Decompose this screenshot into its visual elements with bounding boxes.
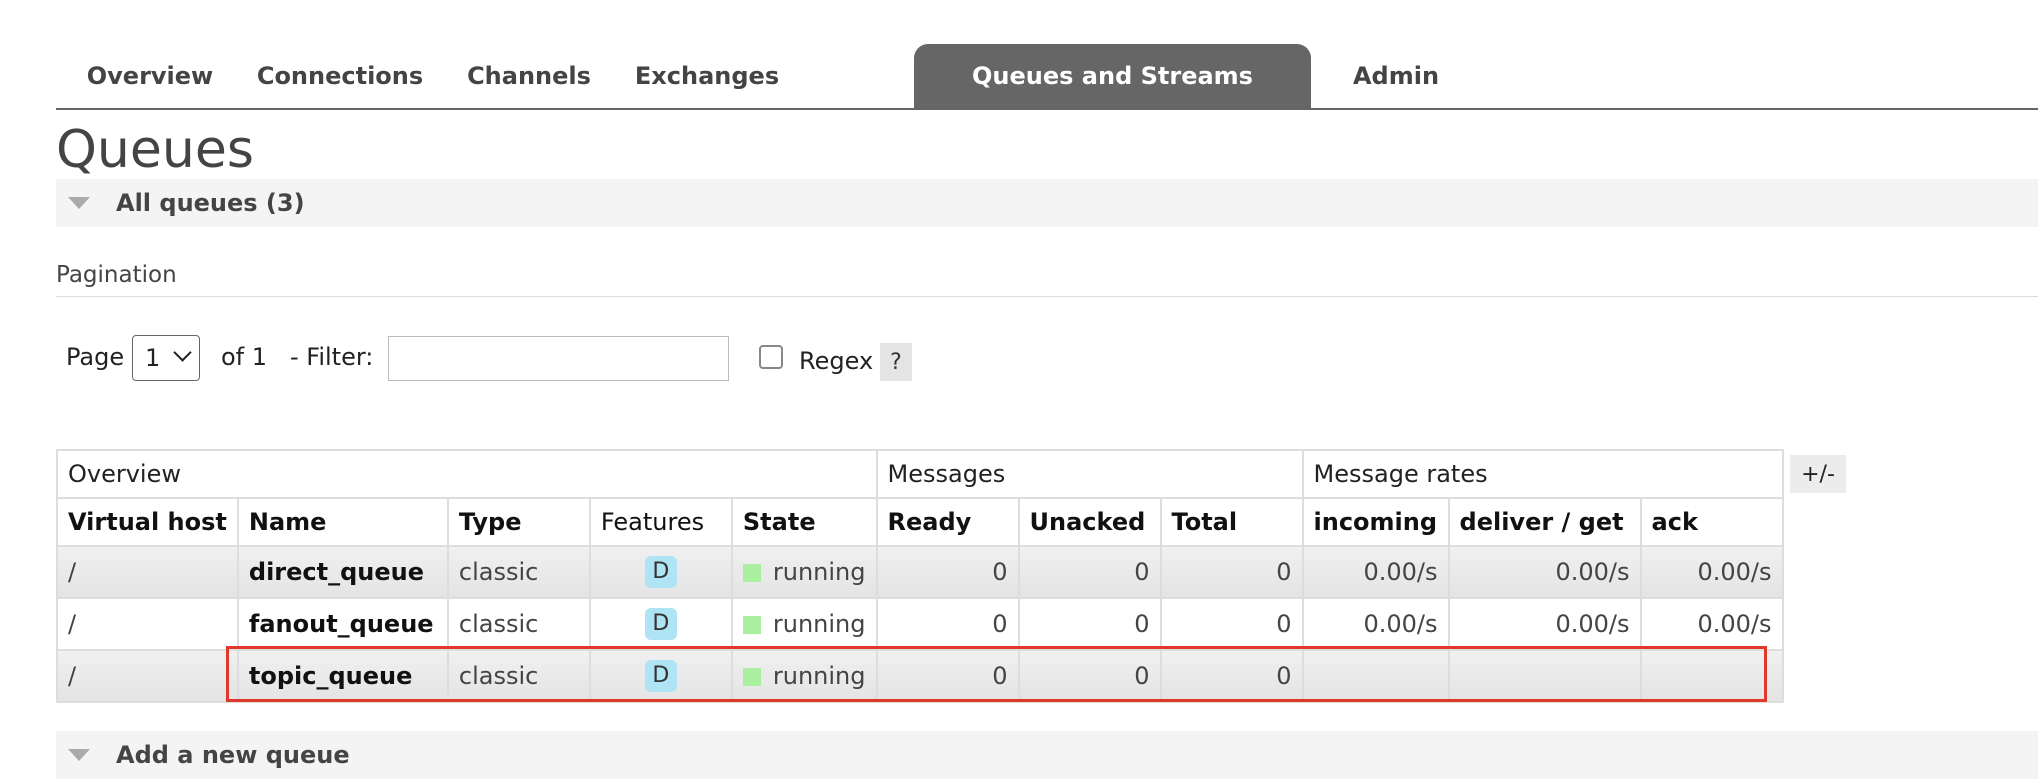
durable-badge: D bbox=[644, 556, 677, 588]
cell-total: 0 bbox=[1159, 649, 1304, 703]
col-header-type[interactable]: Type bbox=[446, 497, 591, 547]
queue-name-link[interactable]: fanout_queue bbox=[236, 597, 449, 651]
running-status-icon bbox=[742, 564, 761, 582]
group-header-messages: Messages bbox=[875, 449, 1304, 499]
page-select-value: 1 bbox=[145, 344, 161, 372]
cell-features: D bbox=[588, 649, 733, 703]
cell-virtual-host: / bbox=[56, 649, 239, 703]
chevron-down-icon bbox=[173, 343, 192, 362]
durable-badge: D bbox=[644, 660, 677, 692]
state-text: running bbox=[772, 610, 866, 638]
regex-label: Regex bbox=[799, 347, 874, 375]
running-status-icon bbox=[742, 668, 761, 686]
cell-ack: 0.00/s bbox=[1639, 597, 1784, 651]
cell-deliver-get: 0.00/s bbox=[1447, 545, 1642, 599]
regex-checkbox[interactable] bbox=[759, 345, 783, 369]
cell-virtual-host: / bbox=[56, 545, 239, 599]
cell-ack bbox=[1639, 649, 1784, 703]
tab-connections[interactable]: Connections bbox=[252, 44, 428, 108]
col-header-incoming[interactable]: incoming bbox=[1301, 497, 1450, 547]
cell-ack: 0.00/s bbox=[1639, 545, 1784, 599]
col-header-name[interactable]: Name bbox=[236, 497, 449, 547]
durable-badge: D bbox=[644, 608, 677, 640]
filter-label: - Filter: bbox=[290, 343, 374, 371]
add-queue-section-toggle[interactable]: Add a new queue bbox=[56, 731, 2038, 779]
col-header-ready[interactable]: Ready bbox=[875, 497, 1020, 547]
tab-queues-and-streams[interactable]: Queues and Streams bbox=[914, 44, 1311, 108]
cell-total: 0 bbox=[1159, 597, 1304, 651]
cell-incoming bbox=[1301, 649, 1450, 703]
tab-channels[interactable]: Channels bbox=[450, 44, 608, 108]
col-header-state[interactable]: State bbox=[730, 497, 878, 547]
running-status-icon bbox=[742, 616, 761, 634]
collapse-triangle-icon bbox=[68, 197, 90, 209]
col-header-ack[interactable]: ack bbox=[1639, 497, 1784, 547]
queue-name-link[interactable]: topic_queue bbox=[236, 649, 449, 703]
cell-features: D bbox=[588, 597, 733, 651]
help-button[interactable]: ? bbox=[880, 343, 912, 381]
cell-deliver-get: 0.00/s bbox=[1447, 597, 1642, 651]
cell-ready: 0 bbox=[875, 649, 1020, 703]
table-row[interactable]: / fanout_queue classic D running 0 0 0 0… bbox=[56, 597, 1784, 651]
col-header-deliver-get[interactable]: deliver / get bbox=[1447, 497, 1642, 547]
cell-total: 0 bbox=[1159, 545, 1304, 599]
cell-state: running bbox=[730, 649, 878, 703]
cell-incoming: 0.00/s bbox=[1301, 545, 1450, 599]
queues-table: Overview Messages Message rates Virtual … bbox=[56, 449, 1784, 703]
col-header-features: Features bbox=[588, 497, 733, 547]
filter-input[interactable] bbox=[388, 336, 729, 381]
table-row[interactable]: / topic_queue classic D running 0 0 0 bbox=[56, 649, 1784, 703]
collapse-triangle-icon bbox=[68, 749, 90, 761]
tab-admin[interactable]: Admin bbox=[1326, 44, 1466, 108]
cell-state: running bbox=[730, 597, 878, 651]
col-header-unacked[interactable]: Unacked bbox=[1017, 497, 1162, 547]
nav-tabs: Overview Connections Channels Exchanges … bbox=[56, 44, 2038, 110]
col-header-virtual-host[interactable]: Virtual host bbox=[56, 497, 239, 547]
cell-features: D bbox=[588, 545, 733, 599]
tab-exchanges[interactable]: Exchanges bbox=[624, 44, 790, 108]
cell-type: classic bbox=[446, 597, 591, 651]
col-header-total[interactable]: Total bbox=[1159, 497, 1304, 547]
cell-unacked: 0 bbox=[1017, 649, 1162, 703]
page-label: Page bbox=[66, 343, 125, 371]
cell-unacked: 0 bbox=[1017, 545, 1162, 599]
add-queue-label: Add a new queue bbox=[116, 741, 350, 769]
cell-type: classic bbox=[446, 649, 591, 703]
page-title: Queues bbox=[56, 120, 254, 180]
page-select[interactable]: 1 bbox=[132, 335, 200, 381]
group-header-overview: Overview bbox=[56, 449, 878, 499]
table-row[interactable]: / direct_queue classic D running 0 0 0 0… bbox=[56, 545, 1784, 599]
cell-deliver-get bbox=[1447, 649, 1642, 703]
queue-name-link[interactable]: direct_queue bbox=[236, 545, 449, 599]
state-text: running bbox=[772, 558, 866, 586]
group-header-message-rates: Message rates bbox=[1301, 449, 1784, 499]
all-queues-label: All queues (3) bbox=[116, 189, 305, 217]
cell-state: running bbox=[730, 545, 878, 599]
column-options-button[interactable]: +/- bbox=[1790, 455, 1846, 493]
cell-virtual-host: / bbox=[56, 597, 239, 651]
all-queues-section-toggle[interactable]: All queues (3) bbox=[56, 179, 2038, 227]
pagination-divider bbox=[56, 296, 2038, 297]
page-count-label: of 1 bbox=[221, 343, 268, 371]
cell-incoming: 0.00/s bbox=[1301, 597, 1450, 651]
state-text: running bbox=[772, 662, 866, 690]
cell-ready: 0 bbox=[875, 597, 1020, 651]
tab-overview[interactable]: Overview bbox=[56, 44, 244, 108]
pagination-heading: Pagination bbox=[56, 262, 177, 288]
cell-ready: 0 bbox=[875, 545, 1020, 599]
cell-type: classic bbox=[446, 545, 591, 599]
cell-unacked: 0 bbox=[1017, 597, 1162, 651]
